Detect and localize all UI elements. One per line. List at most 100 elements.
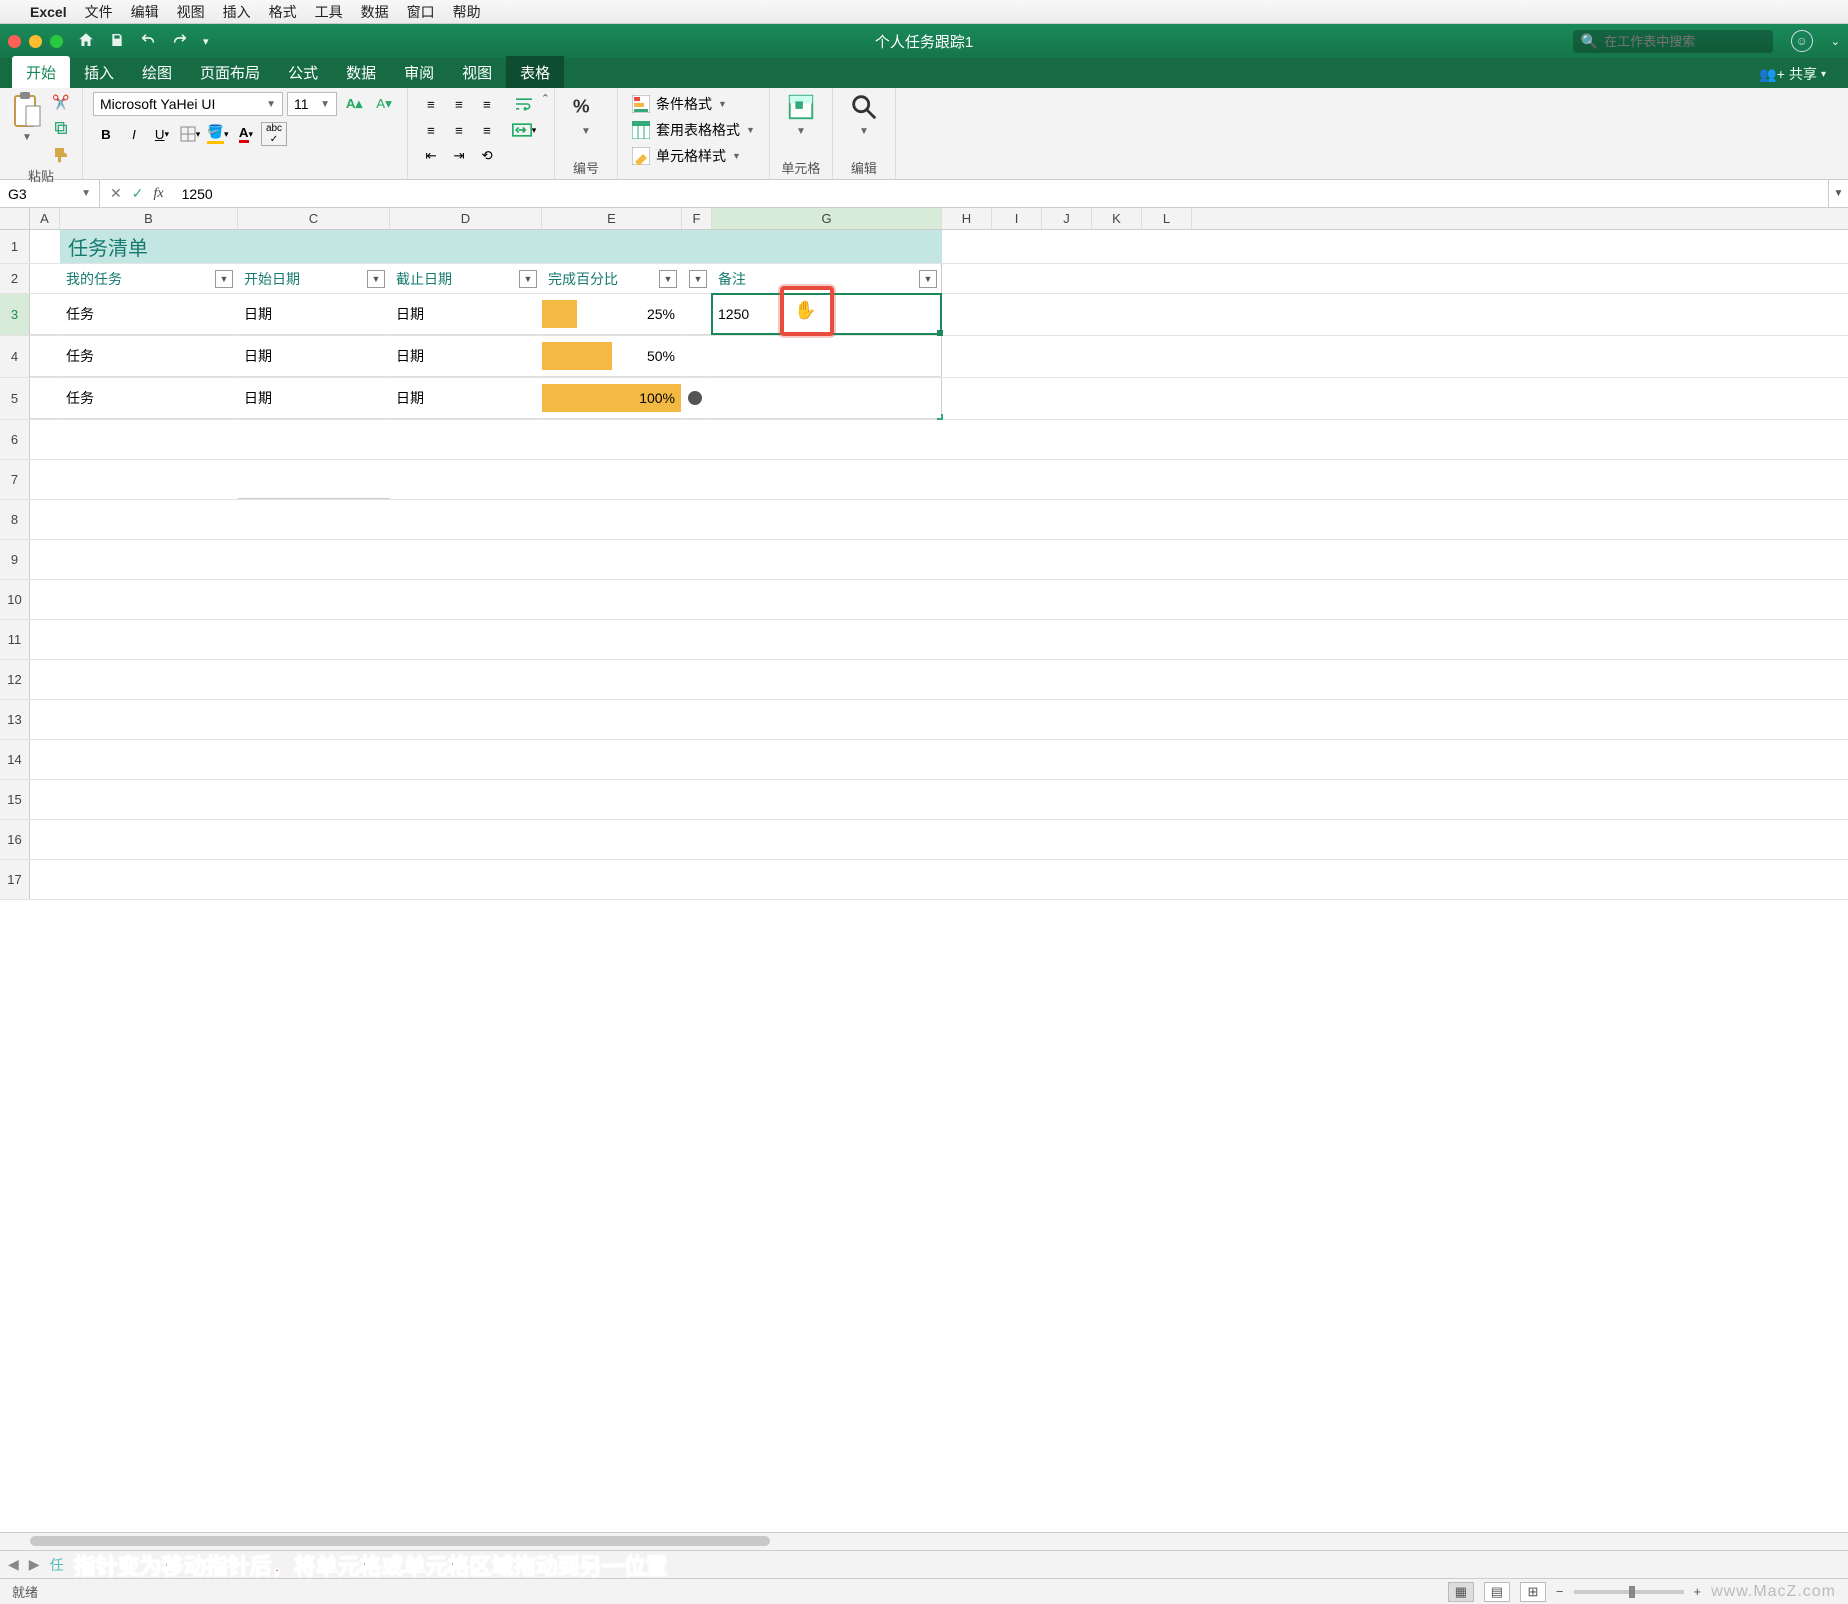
- copy-icon[interactable]: [50, 118, 72, 138]
- filter-icon[interactable]: ▼: [919, 270, 937, 288]
- merge-cells-icon[interactable]: ▾: [504, 118, 544, 142]
- fx-icon[interactable]: fx: [153, 186, 163, 202]
- row-header[interactable]: 15: [0, 780, 30, 819]
- header-f[interactable]: ▼: [682, 264, 712, 293]
- undo-icon[interactable]: [139, 32, 157, 51]
- redo-icon[interactable]: [171, 32, 189, 51]
- menu-data[interactable]: 数据: [361, 2, 389, 22]
- tab-layout[interactable]: 页面布局: [186, 56, 274, 88]
- filter-icon[interactable]: ▼: [519, 270, 537, 288]
- normal-view-icon[interactable]: ▦: [1448, 1582, 1474, 1602]
- underline-button[interactable]: U▾: [149, 122, 175, 146]
- row-header[interactable]: 16: [0, 820, 30, 859]
- formula-input[interactable]: 1250: [174, 186, 1828, 202]
- row-header[interactable]: 10: [0, 580, 30, 619]
- decrease-indent-icon[interactable]: ⇤: [418, 144, 444, 168]
- row-header[interactable]: 14: [0, 740, 30, 779]
- cell[interactable]: 日期: [238, 378, 390, 419]
- col-header-J[interactable]: J: [1042, 208, 1092, 229]
- home-icon[interactable]: [77, 31, 95, 52]
- cancel-formula-icon[interactable]: ✕: [110, 185, 122, 202]
- row-header[interactable]: 4: [0, 336, 30, 377]
- col-header-F[interactable]: F: [682, 208, 712, 229]
- cell[interactable]: 日期: [390, 294, 542, 335]
- cell[interactable]: 日期: [238, 336, 390, 377]
- zoom-slider[interactable]: [1574, 1590, 1684, 1594]
- cell[interactable]: [30, 336, 60, 377]
- zoom-out-icon[interactable]: −: [1556, 1584, 1564, 1599]
- cell[interactable]: 50%: [542, 336, 682, 377]
- row-header[interactable]: 5: [0, 378, 30, 419]
- cell[interactable]: 任务: [60, 378, 238, 419]
- save-icon[interactable]: [109, 32, 125, 51]
- menu-view[interactable]: 视图: [177, 2, 205, 22]
- tab-home[interactable]: 开始: [12, 56, 70, 88]
- decrease-font-icon[interactable]: A▾: [371, 92, 397, 116]
- border-button[interactable]: ▾: [177, 122, 203, 146]
- col-header-L[interactable]: L: [1142, 208, 1192, 229]
- header-due[interactable]: 截止日期▼: [390, 264, 542, 293]
- menu-file[interactable]: 文件: [85, 2, 113, 22]
- cell[interactable]: [30, 294, 60, 335]
- wrap-text-icon[interactable]: [504, 92, 544, 116]
- page-break-view-icon[interactable]: ⊞: [1520, 1582, 1546, 1602]
- cell[interactable]: [238, 460, 390, 499]
- col-header-G[interactable]: G: [712, 208, 942, 229]
- cell[interactable]: [682, 294, 712, 335]
- zoom-knob[interactable]: [1629, 1586, 1635, 1598]
- search-input[interactable]: [1604, 34, 1765, 49]
- cell[interactable]: 任务: [60, 336, 238, 377]
- cell[interactable]: [682, 378, 712, 419]
- filter-icon[interactable]: ▼: [659, 270, 677, 288]
- font-size-combo[interactable]: 11▼: [287, 92, 337, 116]
- zoom-button[interactable]: [50, 35, 63, 48]
- fill-color-button[interactable]: 🪣▾: [205, 122, 231, 146]
- format-painter-icon[interactable]: [50, 144, 72, 164]
- cell-styles-button[interactable]: 单元格样式 ▼: [628, 144, 759, 168]
- row-header[interactable]: 17: [0, 860, 30, 899]
- cell-selected[interactable]: 1250 ✋: [712, 294, 942, 335]
- horizontal-scrollbar[interactable]: [0, 1532, 1848, 1550]
- align-middle-icon[interactable]: ≡: [446, 92, 472, 116]
- cell[interactable]: [712, 378, 942, 419]
- insert-cells-button[interactable]: ▼: [780, 92, 822, 137]
- col-header-C[interactable]: C: [238, 208, 390, 229]
- align-center-icon[interactable]: ≡: [446, 118, 472, 142]
- next-sheet-icon[interactable]: ▶: [29, 1556, 40, 1573]
- table-format-button[interactable]: 套用表格格式 ▼: [628, 118, 759, 142]
- number-format-button[interactable]: % ▼: [565, 92, 607, 137]
- row-header[interactable]: 7: [0, 460, 30, 499]
- accept-formula-icon[interactable]: ✓: [132, 185, 144, 202]
- menu-window[interactable]: 窗口: [407, 2, 435, 22]
- menu-format[interactable]: 格式: [269, 2, 297, 22]
- cell[interactable]: 25%: [542, 294, 682, 335]
- cell[interactable]: [60, 460, 238, 499]
- chevron-down-icon[interactable]: ⌄: [1831, 35, 1840, 48]
- menu-tools[interactable]: 工具: [315, 2, 343, 22]
- minimize-button[interactable]: [29, 35, 42, 48]
- filter-icon[interactable]: ▼: [689, 270, 707, 288]
- col-header-D[interactable]: D: [390, 208, 542, 229]
- prev-sheet-icon[interactable]: ◀: [8, 1556, 19, 1573]
- row-header[interactable]: 13: [0, 700, 30, 739]
- row-header[interactable]: 1: [0, 230, 30, 263]
- feedback-icon[interactable]: ☺: [1791, 30, 1813, 52]
- header-start[interactable]: 开始日期▼: [238, 264, 390, 293]
- col-header-A[interactable]: A: [30, 208, 60, 229]
- filter-icon[interactable]: ▼: [215, 270, 233, 288]
- paste-button[interactable]: ▼: [10, 92, 44, 164]
- scrollbar-thumb[interactable]: [30, 1536, 770, 1546]
- cell[interactable]: 任务: [60, 294, 238, 335]
- row-header[interactable]: 12: [0, 660, 30, 699]
- conditional-format-button[interactable]: 条件格式 ▼: [628, 92, 759, 116]
- menu-help[interactable]: 帮助: [453, 2, 481, 22]
- tab-table[interactable]: 表格: [506, 56, 564, 88]
- row-header[interactable]: 11: [0, 620, 30, 659]
- row-header[interactable]: 2: [0, 264, 30, 293]
- align-right-icon[interactable]: ≡: [474, 118, 500, 142]
- row-header[interactable]: 6: [0, 420, 30, 459]
- cell[interactable]: [712, 336, 942, 377]
- expand-formula-bar-icon[interactable]: ▼: [1828, 180, 1848, 207]
- close-button[interactable]: [8, 35, 21, 48]
- cell[interactable]: 100%: [542, 378, 682, 419]
